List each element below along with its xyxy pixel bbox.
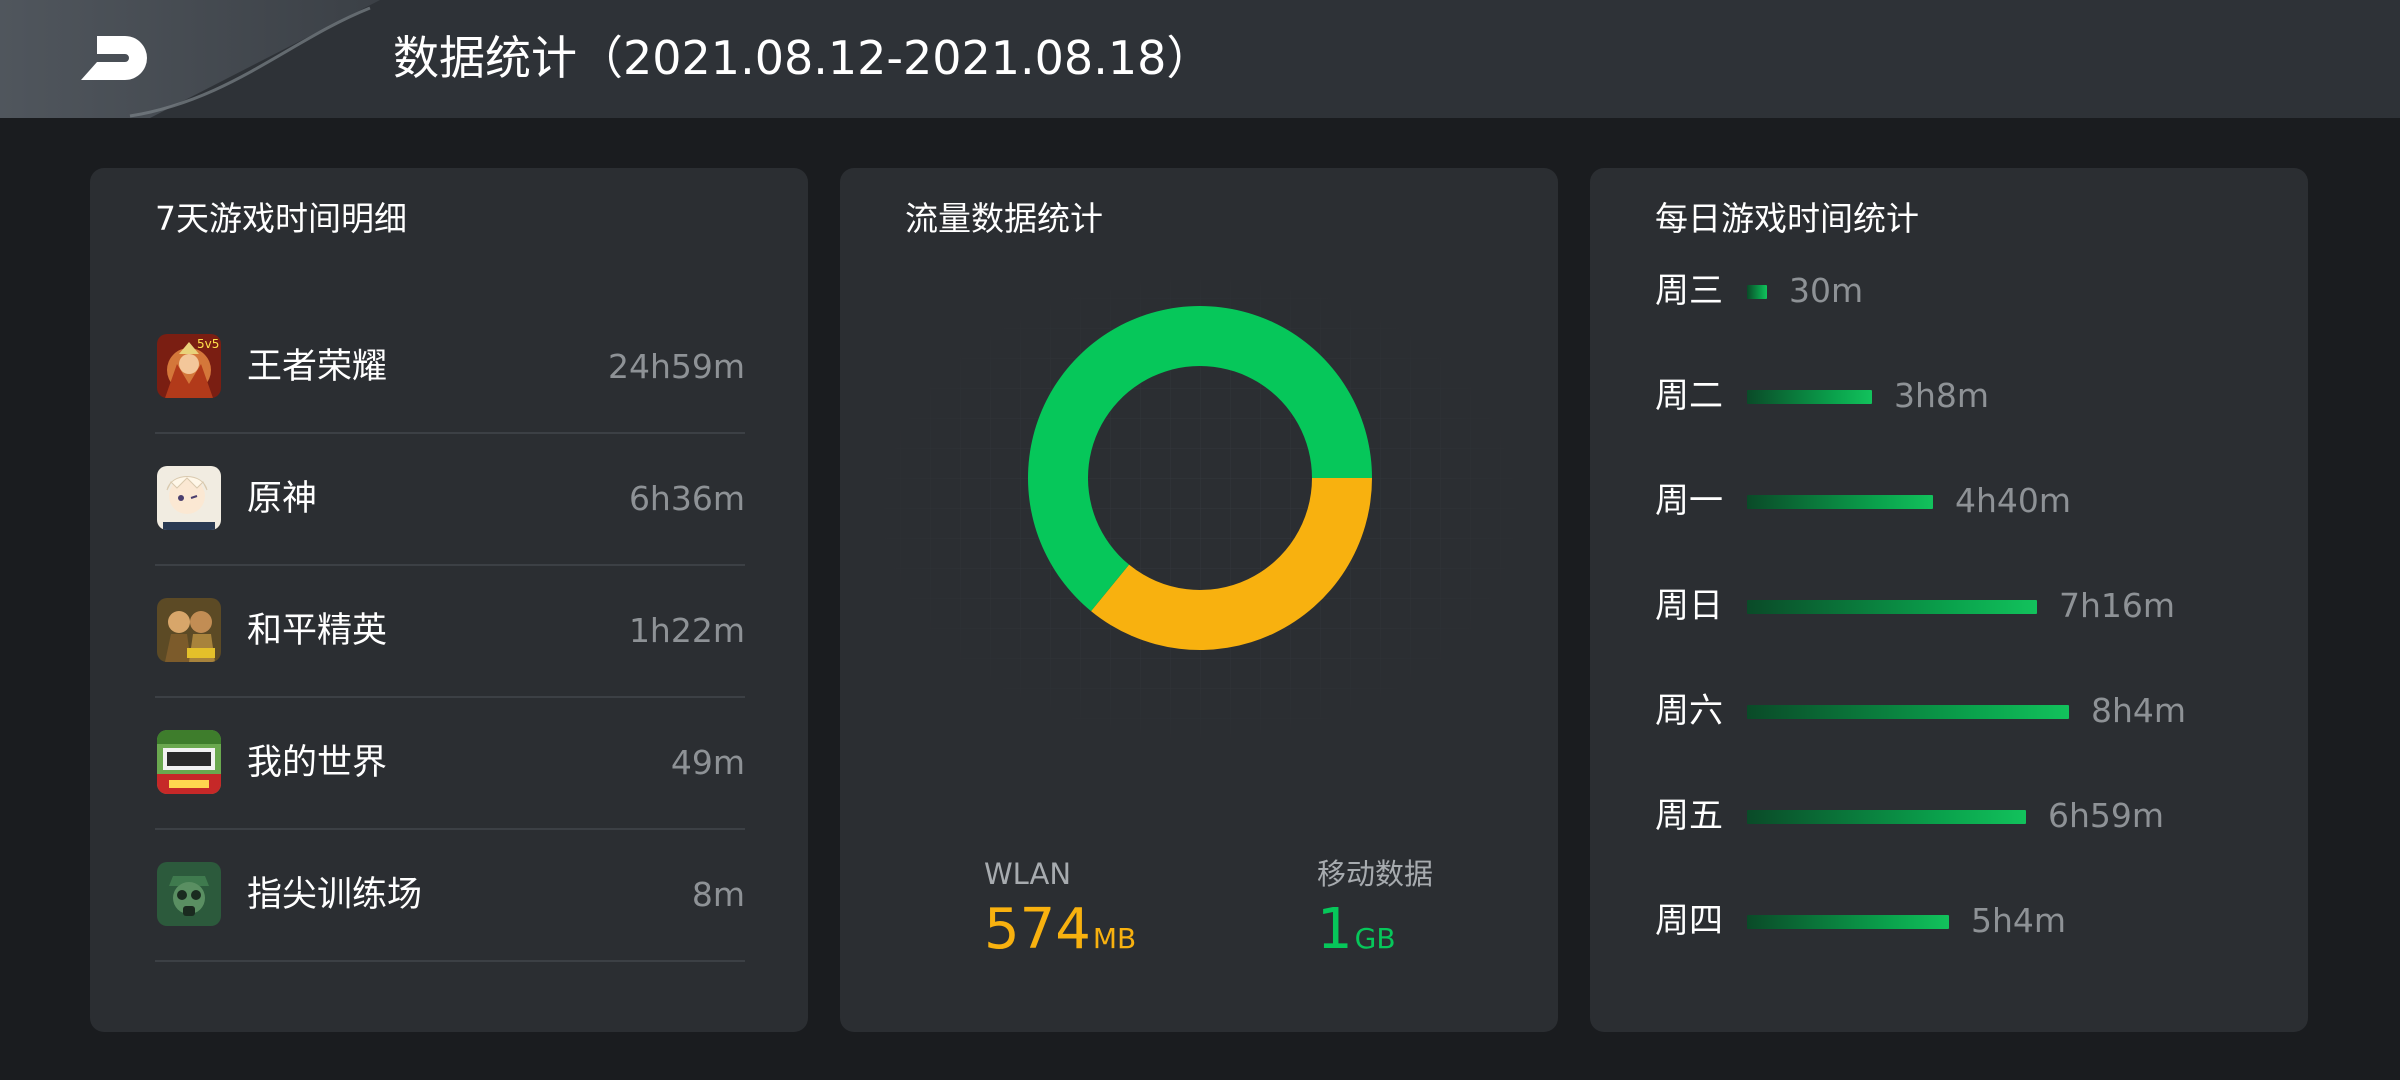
day-bar	[1747, 495, 1933, 509]
day-label: 周三	[1655, 271, 1723, 311]
top-bar: 数据统计（2021.08.12-2021.08.18）	[0, 0, 2400, 118]
wlan-amount: 574	[984, 897, 1091, 962]
wlan-value: 574MB	[984, 895, 1136, 978]
day-bar	[1747, 600, 2037, 614]
game-time: 24h59m	[607, 347, 745, 386]
day-bar	[1747, 390, 1872, 404]
day-label: 周二	[1655, 376, 1723, 416]
svg-text:5v5: 5v5	[197, 337, 219, 351]
back-zone	[0, 0, 380, 118]
game-time: 8m	[691, 875, 745, 914]
genshin-impact-icon	[157, 466, 221, 530]
day-value: 3h8m	[1894, 376, 1990, 415]
game-name: 和平精英	[247, 611, 388, 651]
games-time-card: 7天游戏时间明细 5v5 王者荣耀 24h59m 原神 6h36m 和平精英 1…	[90, 168, 808, 1032]
game-name: 王者荣耀	[247, 347, 388, 387]
games-card-title: 7天游戏时间明细	[155, 199, 407, 238]
daily-time-card: 每日游戏时间统计 周三 30m 周二 3h8m 周一 4h40m 周日 7h16m 周六 8h4m…	[1590, 168, 2308, 1032]
game-name: 指尖训练场	[247, 875, 423, 915]
daily-card-title: 每日游戏时间统计	[1655, 199, 1919, 238]
day-value: 4h40m	[1955, 481, 2072, 520]
wlan-unit: MB	[1092, 922, 1137, 955]
day-row: 周三 30m	[1655, 266, 2275, 316]
wlan-label: WLAN	[984, 857, 1072, 891]
day-row: 周一 4h40m	[1655, 476, 2275, 526]
traffic-card: 流量数据统计 WLAN 574MB 移动数据 1GB	[840, 168, 1558, 1032]
day-bar	[1747, 810, 2026, 824]
peacekeeper-elite-icon	[157, 598, 221, 662]
game-row[interactable]: 原神 6h36m	[155, 432, 745, 566]
back-button[interactable]	[70, 28, 160, 88]
game-time: 1h22m	[628, 611, 745, 650]
mobile-data-value: 1GB	[1317, 895, 1396, 978]
day-row: 周日 7h16m	[1655, 581, 2275, 631]
game-row[interactable]: 5v5 王者荣耀 24h59m	[155, 300, 745, 434]
traffic-donut-chart	[870, 268, 1530, 748]
day-bar	[1747, 915, 1949, 929]
game-row[interactable]: 和平精英 1h22m	[155, 564, 745, 698]
game-row[interactable]: 我的世界 49m	[155, 696, 745, 830]
day-value: 7h16m	[2059, 586, 2176, 625]
day-label: 周四	[1655, 901, 1723, 941]
minecraft-icon	[157, 730, 221, 794]
day-value: 8h4m	[2091, 691, 2187, 730]
day-row: 周二 3h8m	[1655, 371, 2275, 421]
game-name: 我的世界	[247, 743, 388, 783]
fingertip-training-icon	[157, 862, 221, 926]
game-time: 6h36m	[628, 479, 745, 518]
day-label: 周六	[1655, 691, 1723, 731]
day-bar	[1747, 285, 1767, 299]
day-row: 周四 5h4m	[1655, 896, 2275, 946]
day-label: 周一	[1655, 481, 1723, 521]
day-value: 5h4m	[1971, 901, 2067, 940]
page-title: 数据统计（2021.08.12-2021.08.18）	[393, 31, 1213, 85]
honor-of-kings-icon: 5v5	[157, 334, 221, 398]
traffic-card-title: 流量数据统计	[905, 199, 1103, 238]
game-name: 原神	[247, 479, 318, 519]
day-row: 周五 6h59m	[1655, 791, 2275, 841]
day-row: 周六 8h4m	[1655, 686, 2275, 736]
back-arrow-icon	[81, 36, 147, 80]
mobile-data-label: 移动数据	[1317, 857, 1434, 891]
day-label: 周日	[1655, 586, 1723, 626]
day-value: 30m	[1789, 271, 1864, 310]
day-label: 周五	[1655, 796, 1723, 836]
mobile-data-amount: 1	[1317, 897, 1353, 962]
game-row[interactable]: 指尖训练场 8m	[155, 828, 745, 962]
day-value: 6h59m	[2048, 796, 2165, 835]
game-time: 49m	[670, 743, 745, 782]
mobile-data-unit: GB	[1354, 922, 1396, 955]
day-bar	[1747, 705, 2069, 719]
